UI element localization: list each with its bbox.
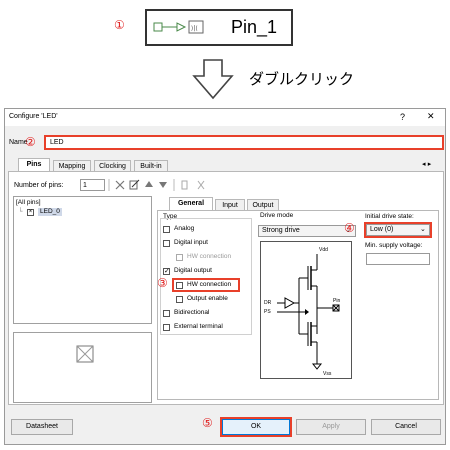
rename-icon[interactable] (129, 179, 140, 190)
step-3-marker: ③ (157, 276, 168, 290)
drive-mode-value: Strong drive (262, 227, 300, 234)
schematic-pin-label: Pin (333, 298, 340, 304)
output-enable-checkbox[interactable] (176, 296, 183, 303)
schematic-vss-label: Vss (323, 371, 332, 377)
digital-input-label: Digital input (174, 239, 208, 246)
tree-branch-line: └ (18, 208, 23, 215)
external-terminal-checkbox[interactable] (163, 324, 170, 331)
initial-drive-state-label: Initial drive state: (365, 213, 414, 220)
pin-toolbar (108, 179, 205, 191)
subtab-general[interactable]: General (169, 197, 213, 210)
ok-highlight (220, 417, 292, 437)
initial-state-highlight (364, 222, 432, 238)
tab-scroll-arrows[interactable]: ◂ ▸ (422, 160, 431, 168)
drive-mode-select[interactable]: Strong drive ⌄ (258, 225, 356, 237)
number-of-pins-value: 1 (83, 182, 87, 189)
min-supply-voltage-field[interactable] (366, 253, 430, 265)
group-icon[interactable] (181, 180, 188, 190)
bidirectional-label: Bidirectional (174, 309, 210, 316)
datasheet-button[interactable]: Datasheet (11, 419, 73, 435)
number-of-pins-label: Number of pins: (14, 182, 64, 189)
digital-input-checkbox[interactable] (163, 240, 170, 247)
double-click-caption: ダブルクリック (249, 70, 355, 88)
input-hw-connection-checkbox[interactable] (176, 254, 183, 261)
pin-symbol-icon: ⟩|⟨ (153, 20, 204, 34)
image-placeholder-icon (76, 345, 94, 363)
digital-output-checkbox[interactable]: ✓ (163, 268, 170, 275)
cancel-button[interactable]: Cancel (371, 419, 441, 435)
drive-mode-schematic: Vdd DR PS Pin Vss (260, 241, 352, 379)
pin-tree: [All pins] └ × LED_0 (13, 196, 152, 324)
schematic-diagram: Vdd DR PS Pin Vss (264, 247, 340, 377)
analog-label: Analog (174, 225, 195, 232)
close-button[interactable]: ✕ (427, 112, 435, 122)
delete-icon[interactable] (115, 180, 125, 190)
schematic-ps-label: PS (264, 309, 271, 315)
tab-pins[interactable]: Pins (18, 158, 50, 171)
step-4-marker: ④ (344, 221, 355, 235)
svg-text:⟩|⟨: ⟩|⟨ (191, 25, 198, 32)
schematic-dr-label: DR (264, 300, 272, 306)
step-1-marker: ① (114, 18, 125, 32)
move-up-icon[interactable] (145, 181, 153, 187)
schematic-vdd-label: Vdd (319, 247, 328, 253)
number-of-pins-field[interactable]: 1 (80, 179, 105, 191)
ungroup-icon[interactable] (197, 180, 205, 190)
external-terminal-label: External terminal (174, 323, 223, 330)
help-button[interactable]: ? (400, 112, 405, 122)
name-highlight (44, 135, 444, 150)
hw-connection-highlight (172, 278, 240, 292)
min-supply-voltage-label: Min. supply voltage: (365, 242, 423, 249)
checkmark-icon: ✓ (164, 268, 170, 275)
dialog-title: Configure 'LED' (9, 113, 58, 120)
tree-child-item[interactable]: LED_0 (38, 208, 62, 216)
drive-mode-label: Drive mode (260, 212, 294, 219)
title-bar: Configure 'LED' ? ✕ (5, 109, 445, 126)
input-hw-connection-label: HW connection (187, 253, 232, 260)
digital-output-label: Digital output (174, 267, 212, 274)
pin-component-label: Pin_1 (231, 17, 278, 37)
apply-button[interactable]: Apply (296, 419, 366, 435)
pin-item-icon: × (27, 209, 34, 216)
move-down-icon[interactable] (159, 182, 167, 188)
pin-component-symbol[interactable]: ⟩|⟨ Pin_1 (145, 9, 293, 46)
down-arrow-icon (192, 59, 234, 100)
step-5-marker: ⑤ (202, 416, 213, 430)
step-2-marker: ② (25, 135, 36, 149)
analog-checkbox[interactable] (163, 226, 170, 233)
bidirectional-checkbox[interactable] (163, 310, 170, 317)
tree-root-item[interactable]: [All pins] (16, 199, 41, 207)
pin-preview (13, 332, 152, 403)
type-group-box (160, 218, 252, 335)
output-enable-label: Output enable (187, 295, 228, 302)
